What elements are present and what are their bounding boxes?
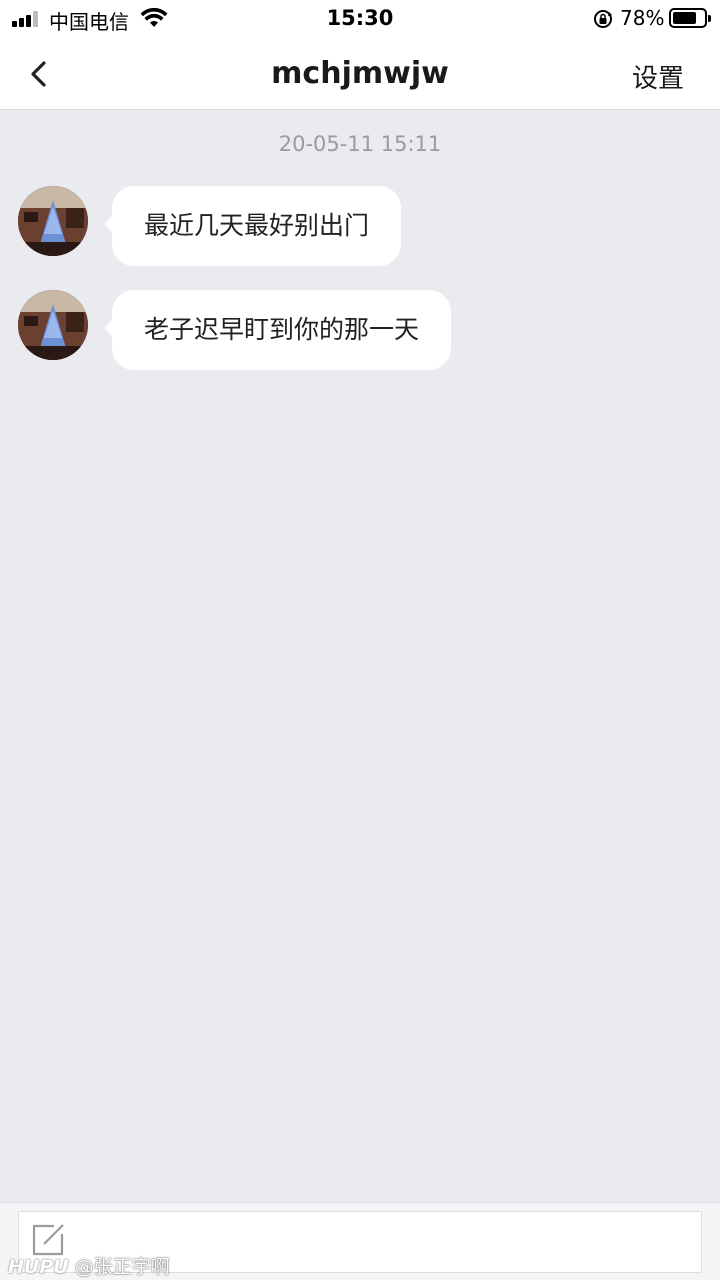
chat-screen: 中国电信 15:30 78% mchjmwjw 设置 20-05-11 15:1… bbox=[0, 0, 720, 1280]
settings-button[interactable]: 设置 bbox=[632, 58, 684, 95]
rotation-lock-icon bbox=[594, 10, 612, 28]
watermark: HUPU @张正宇啊 bbox=[8, 1252, 170, 1279]
message-timestamp: 20-05-11 15:11 bbox=[278, 132, 442, 156]
page-title: mchjmwjw bbox=[271, 56, 449, 91]
avatar[interactable] bbox=[18, 290, 88, 360]
status-bar: 中国电信 15:30 78% bbox=[0, 0, 720, 38]
battery-percent: 78% bbox=[620, 6, 665, 30]
avatar[interactable] bbox=[18, 186, 88, 256]
watermark-brand: HUPU bbox=[8, 1256, 69, 1278]
message-bubble[interactable]: 老子迟早盯到你的那一天 bbox=[112, 290, 452, 370]
message-bubble[interactable]: 最近几天最好别出门 bbox=[112, 186, 402, 266]
nav-bar: mchjmwjw 设置 bbox=[0, 38, 720, 110]
watermark-handle: @张正宇啊 bbox=[74, 1256, 170, 1278]
battery-icon bbox=[669, 8, 711, 28]
